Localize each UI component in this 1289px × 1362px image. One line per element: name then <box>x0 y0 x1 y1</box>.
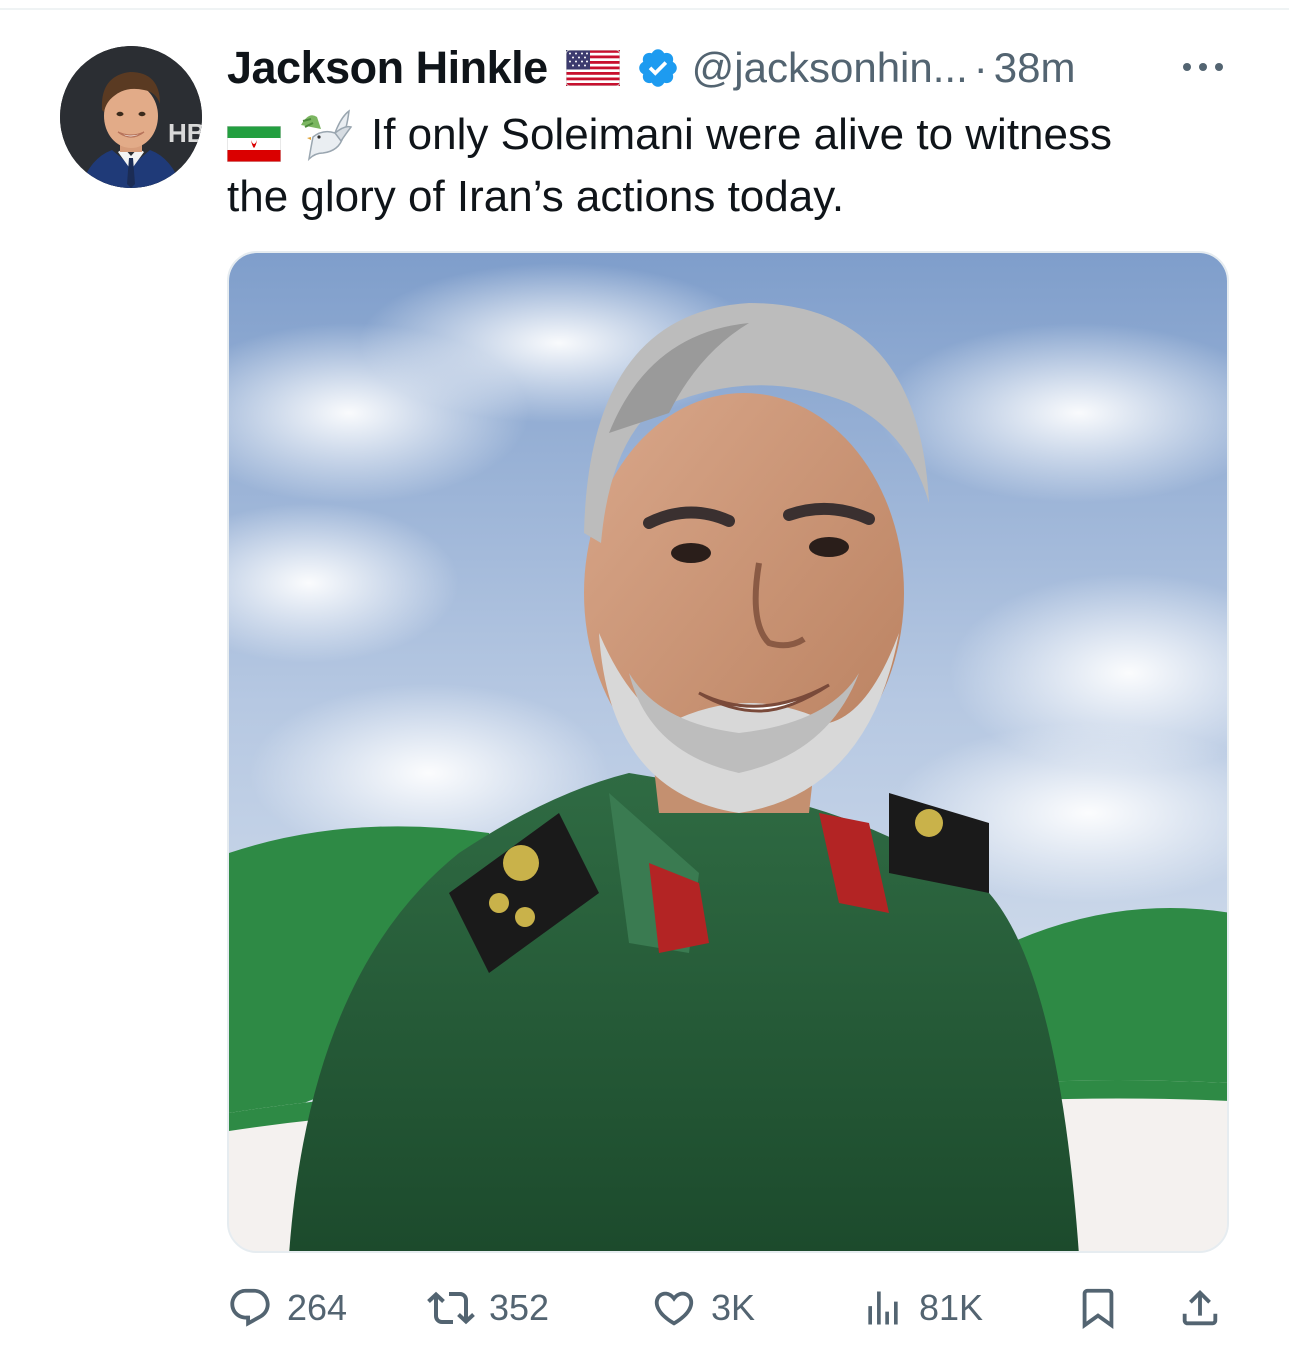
view-count: 81K <box>919 1287 984 1328</box>
avatar[interactable]: HB <box>60 46 202 188</box>
heart-icon <box>654 1291 694 1326</box>
tweet-media-image[interactable] <box>227 251 1229 1253</box>
more-options-icon[interactable] <box>1178 52 1228 82</box>
tweet-text: If only Soleimani were alive to witness … <box>226 104 1237 228</box>
verified-badge-icon[interactable] <box>636 46 680 90</box>
share-icon <box>1182 1289 1218 1326</box>
tweet-timestamp[interactable]: 38m <box>994 44 1076 92</box>
retweet-count: 352 <box>489 1287 550 1328</box>
reply-button[interactable]: 264 <box>227 1280 347 1336</box>
bookmark-icon <box>1082 1288 1114 1329</box>
views-chart-icon <box>868 1291 898 1325</box>
tweet-action-bar: 264 352 3K 81K <box>227 1280 1229 1336</box>
retweet-icon <box>427 1291 475 1325</box>
author-handle[interactable]: @jacksonhin... <box>692 44 968 92</box>
tweet-text-line1: If only Soleimani were alive to witness <box>371 110 1112 159</box>
reply-icon <box>230 1288 270 1327</box>
reply-count: 264 <box>287 1287 348 1328</box>
author-display-name[interactable]: Jackson Hinkle <box>227 42 548 94</box>
like-count: 3K <box>711 1287 756 1328</box>
tweet-header: Jackson Hinkle @jacksonhin... · 38m <box>227 40 1075 96</box>
share-button[interactable] <box>1177 1280 1223 1336</box>
separator-dot: · <box>973 44 988 91</box>
top-divider <box>0 8 1289 10</box>
iran-flag-icon <box>226 117 282 163</box>
svg-text:HB: HB <box>168 118 202 148</box>
like-button[interactable]: 3K <box>651 1280 755 1336</box>
tweet-text-line2: the glory of Iran’s actions today. <box>227 172 845 221</box>
bookmark-button[interactable] <box>1075 1280 1121 1336</box>
us-flag-icon <box>565 49 621 87</box>
views-button[interactable]: 81K <box>861 1280 983 1336</box>
retweet-button[interactable]: 352 <box>427 1280 549 1336</box>
dove-icon <box>295 107 353 163</box>
